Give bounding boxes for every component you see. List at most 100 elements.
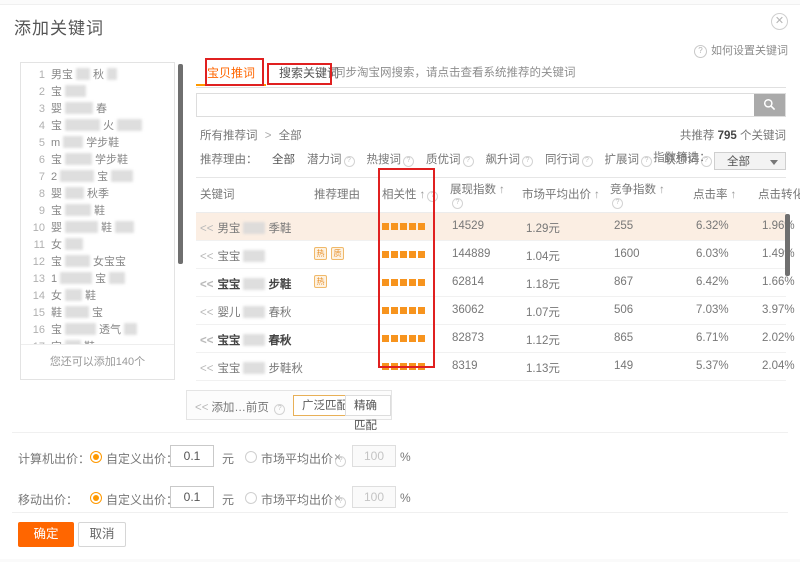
confirm-button[interactable]: 确定	[18, 522, 74, 547]
list-item[interactable]: 5m学步鞋	[21, 135, 174, 152]
filter-option-1[interactable]: 潜力词?	[307, 154, 355, 166]
cell-keyword[interactable]: <<宝宝步鞋	[200, 276, 291, 292]
cell-keyword[interactable]: <<男宝季鞋	[200, 220, 291, 236]
cell-ctr: 7.03%	[696, 304, 729, 316]
help-link-label: 如何设置关键词	[711, 45, 788, 57]
list-item[interactable]: 6宝学步鞋	[21, 152, 174, 169]
breadcrumb: 所有推荐词 > 全部 共推荐 795 个关键词	[196, 127, 786, 143]
cell-avg-price: 1.29元	[526, 220, 560, 236]
redacted-text	[243, 250, 265, 262]
list-item[interactable]: 11女	[21, 237, 174, 254]
table-row[interactable]: <<宝宝步鞋秋83191.13元1495.37%2.04%	[196, 353, 786, 381]
th-competition[interactable]: 竞争指数↑?	[610, 181, 665, 209]
search-input[interactable]	[197, 94, 753, 116]
list-item[interactable]: 2宝	[21, 84, 174, 101]
index-filter-select[interactable]: 全部	[714, 152, 786, 170]
custom-bid-radio[interactable]	[90, 451, 102, 463]
table-row[interactable]: <<宝宝热质1448891.04元16006.03%1.49%	[196, 241, 786, 269]
list-item-label-suffix: 宝	[95, 271, 106, 288]
list-item[interactable]: 72宝	[21, 169, 174, 186]
selected-keywords-list[interactable]: 1男宝秋2宝3婴春4宝火5m学步鞋6宝学步鞋72宝8婴秋季9宝鞋10婴鞋11女1…	[21, 63, 174, 345]
th-ctr[interactable]: 点击率↑	[693, 186, 736, 202]
filter-option-0[interactable]: 全部	[272, 154, 295, 166]
cell-ctr: 6.03%	[696, 248, 729, 260]
add-keyword-icon: <<	[200, 251, 213, 263]
list-item[interactable]: 10婴鞋	[21, 220, 174, 237]
bid-unit-label: 元	[222, 450, 234, 467]
list-item-index: 4	[29, 118, 45, 135]
tab-baobei-tuici[interactable]: 宝贝推词	[196, 60, 266, 86]
left-panel-scrollbar[interactable]	[178, 64, 183, 264]
breadcrumb-separator: >	[265, 130, 272, 142]
list-item-label-suffix: 宝	[92, 305, 103, 322]
th-impression[interactable]: 展现指数↑?	[450, 181, 505, 209]
exact-match-button[interactable]: 精确匹配	[345, 395, 391, 416]
custom-bid-label: 自定义出价：	[106, 491, 178, 508]
custom-bid-input[interactable]	[170, 445, 214, 467]
table-row[interactable]: <<宝宝步鞋热628141.18元8676.42%1.66%	[196, 269, 786, 297]
redacted-text	[60, 272, 92, 284]
list-item[interactable]: 16宝透气	[21, 322, 174, 339]
list-item[interactable]: 14女鞋	[21, 288, 174, 305]
filter-option-label: 扩展词	[605, 154, 640, 166]
filter-option-2[interactable]: 热搜词?	[367, 154, 415, 166]
custom-bid-input[interactable]	[170, 486, 214, 508]
cell-keyword[interactable]: <<宝宝春秋	[200, 332, 291, 348]
table-row[interactable]: <<男宝季鞋145291.29元2556.32%1.96%	[196, 213, 786, 241]
list-item-index: 11	[29, 237, 45, 254]
market-percent-input[interactable]	[352, 445, 396, 467]
list-item[interactable]: 12宝女宝宝	[21, 254, 174, 271]
cancel-button[interactable]: 取消	[78, 522, 126, 547]
add-current-page-link[interactable]: <<添加…前页 ?	[195, 399, 285, 415]
cell-reason-badges: 热	[314, 275, 331, 288]
redacted-text	[76, 68, 90, 80]
market-price-text: 市场平均出价	[261, 452, 333, 466]
th-avg-price[interactable]: 市场平均出价↑	[522, 186, 600, 202]
market-price-radio[interactable]	[245, 492, 257, 504]
market-percent-input[interactable]	[352, 486, 396, 508]
divider-top	[12, 432, 788, 433]
match-type-bar: <<添加…前页 ? 广泛匹配 精确匹配	[186, 390, 392, 420]
cell-avg-price: 1.13元	[526, 360, 560, 376]
list-item[interactable]: 3婴春	[21, 101, 174, 118]
pc-bid-row: 计算机出价：自定义出价：元市场平均出价?×%	[0, 438, 800, 478]
list-item[interactable]: 131宝	[21, 271, 174, 288]
close-icon[interactable]: ✕	[771, 13, 788, 30]
market-price-radio[interactable]	[245, 451, 257, 463]
th-cvr[interactable]: 点击转化率↑	[758, 186, 800, 202]
th-relevance[interactable]: 相关性↑?	[382, 186, 438, 202]
list-item-label-suffix: 鞋	[94, 203, 105, 220]
search-icon[interactable]	[754, 94, 785, 116]
sort-arrow-icon: ↑	[420, 189, 426, 201]
table-row[interactable]: <<婴儿春秋360621.07元5067.03%3.97%	[196, 297, 786, 325]
add-label: 添加…前页	[211, 402, 269, 414]
filter-option-label: 潜力词	[307, 154, 342, 166]
filter-option-3[interactable]: 质优词?	[426, 154, 474, 166]
filter-option-4[interactable]: 飙升词?	[486, 154, 534, 166]
redacted-text	[65, 119, 100, 131]
cell-impression: 82873	[452, 332, 484, 344]
list-item-label: 男宝	[51, 67, 73, 84]
list-item-label: 宝	[51, 254, 62, 271]
list-item[interactable]: 9宝鞋	[21, 203, 174, 220]
breadcrumb-root[interactable]: 所有推荐词	[200, 130, 258, 142]
question-mark-icon: ?	[463, 156, 474, 167]
cell-keyword[interactable]: <<婴儿春秋	[200, 304, 291, 320]
custom-bid-radio[interactable]	[90, 492, 102, 504]
list-item[interactable]: 15鞋宝	[21, 305, 174, 322]
filter-option-6[interactable]: 扩展词?	[605, 154, 653, 166]
list-item[interactable]: 4宝火	[21, 118, 174, 135]
cell-ctr: 6.71%	[696, 332, 729, 344]
cell-keyword[interactable]: <<宝宝	[200, 248, 268, 264]
filter-option-5[interactable]: 同行词?	[545, 154, 593, 166]
table-row[interactable]: <<宝宝春秋828731.12元8656.71%2.02%	[196, 325, 786, 353]
question-mark-icon: ?	[522, 156, 533, 167]
how-to-set-keyword-link[interactable]: ?如何设置关键词	[694, 42, 788, 58]
table-scrollbar[interactable]	[785, 214, 790, 276]
list-item[interactable]: 8婴秋季	[21, 186, 174, 203]
cell-keyword[interactable]: <<宝宝步鞋秋	[200, 360, 303, 376]
custom-bid-label: 自定义出价：	[106, 450, 178, 467]
multiply-symbol: ×	[334, 491, 341, 505]
list-item-index: 13	[29, 271, 45, 288]
list-item[interactable]: 1男宝秋	[21, 67, 174, 84]
